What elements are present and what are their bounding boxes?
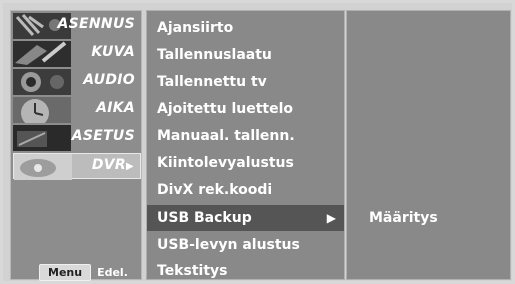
menu-item-usb-levyn-alustus[interactable]: USB-levyn alustus	[147, 232, 344, 258]
menu-item-tekstitys[interactable]: Tekstitys	[147, 258, 344, 284]
category-label: AIKA	[96, 100, 135, 116]
menu-item-kiintolevyalustus[interactable]: Kiintolevyalustus	[147, 150, 344, 176]
submenu-item-maaritys[interactable]: Määritys	[369, 210, 438, 226]
category-sidebar: ASENNUS KUVA AUDIO AIKA ASETUS DVR▶ Menu…	[10, 10, 142, 281]
dvr-icon	[14, 154, 72, 180]
tv-menu-frame: ASENNUS KUVA AUDIO AIKA ASETUS DVR▶ Menu…	[0, 0, 515, 284]
submenu-arrow-icon: ▶	[126, 161, 134, 172]
menu-item-ajoitettu-luettelo[interactable]: Ajoitettu luettelo	[147, 96, 344, 122]
menu-item-manuaal-tallenn[interactable]: Manuaal. tallenn.	[147, 123, 344, 149]
time-icon	[13, 97, 71, 123]
menu-back-hint: Menu Edel.	[39, 264, 128, 281]
category-label: ASENNUS	[57, 16, 135, 32]
menu-item-divx-rek-koodi[interactable]: DivX rek.koodi	[147, 177, 344, 203]
category-audio[interactable]: AUDIO	[13, 69, 141, 95]
dvr-menu-panel: Ajansiirto Tallennuslaatu Tallennettu tv…	[146, 10, 345, 280]
category-label: KUVA	[91, 44, 135, 60]
category-asennus[interactable]: ASENNUS	[13, 13, 141, 39]
category-asetus[interactable]: ASETUS	[13, 125, 141, 151]
menu-item-ajansiirto[interactable]: Ajansiirto	[147, 15, 344, 41]
menu-key[interactable]: Menu	[39, 264, 92, 281]
submenu-arrow-icon: ▶	[326, 211, 336, 225]
category-aika[interactable]: AIKA	[13, 97, 141, 123]
category-label: AUDIO	[83, 72, 135, 88]
submenu-panel: Määritys	[346, 10, 511, 280]
menu-item-usb-backup[interactable]: USB Backup ▶	[147, 205, 344, 231]
menu-back-label: Edel.	[97, 266, 128, 279]
category-dvr[interactable]: DVR▶	[13, 153, 141, 180]
category-label: ASETUS	[71, 128, 135, 144]
menu-item-tallennuslaatu[interactable]: Tallennuslaatu	[147, 42, 344, 68]
category-kuva[interactable]: KUVA	[13, 41, 141, 67]
option-icon	[13, 125, 71, 151]
menu-item-tallennettu-tv[interactable]: Tallennettu tv	[147, 69, 344, 95]
category-label: DVR▶	[91, 157, 134, 173]
picture-icon	[13, 41, 71, 67]
audio-icon	[13, 69, 71, 95]
